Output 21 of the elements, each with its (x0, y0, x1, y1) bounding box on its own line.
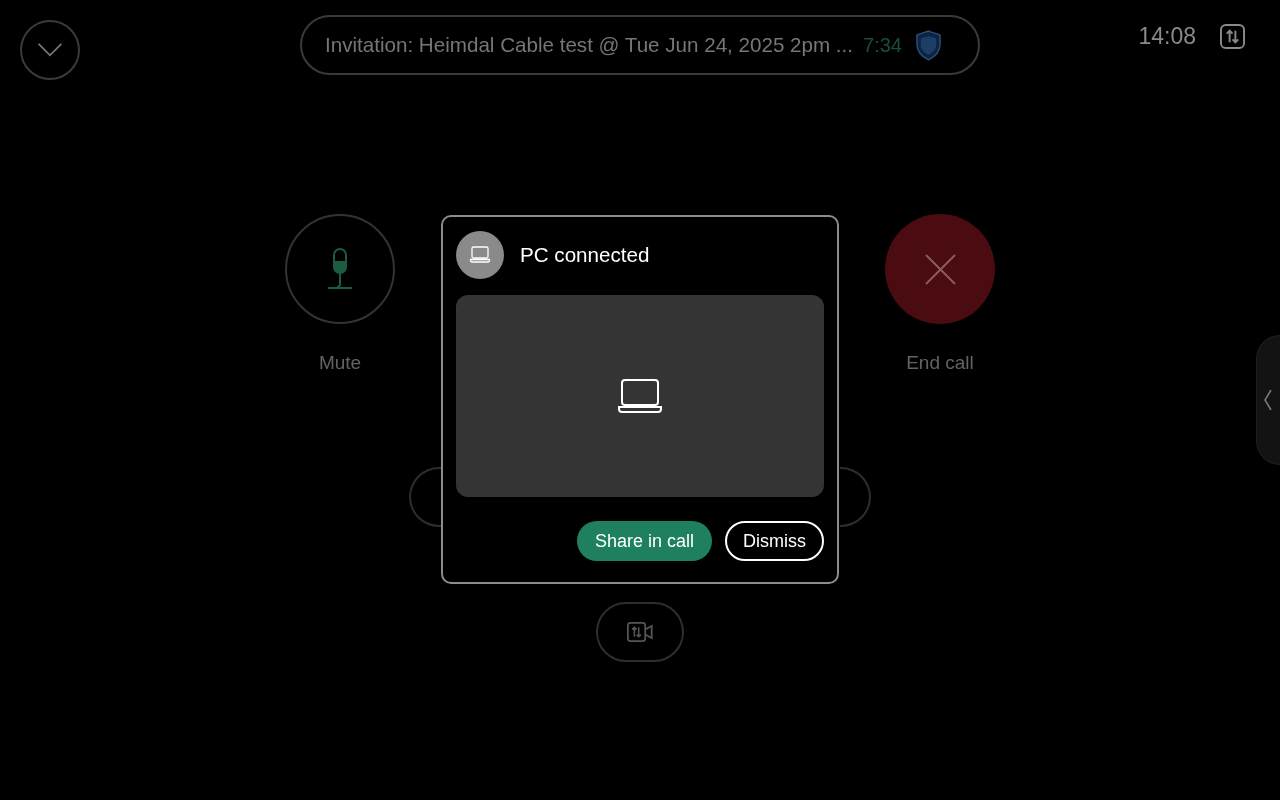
button-label: Mute (318, 352, 362, 374)
camera-button[interactable] (596, 602, 684, 662)
dialog-title: PC connected (520, 243, 650, 267)
call-duration: 7:34 (863, 33, 902, 57)
mute-button[interactable] (285, 214, 395, 324)
laptop-icon (618, 379, 662, 413)
shield-icon (915, 29, 941, 61)
meeting-title: Invitation: Heimdal Cable test @ Tue Jun 24, 2025 2pm ... (325, 33, 854, 57)
close-icon (924, 253, 956, 285)
dismiss-button[interactable]: Dismiss (725, 521, 824, 561)
video-camera-icon (627, 622, 653, 642)
chevron-down-icon (37, 43, 63, 57)
up-down-arrows-icon[interactable] (1220, 24, 1245, 49)
microphone-icon (326, 248, 354, 290)
share-button[interactable]: Share in call (576, 521, 712, 561)
chevron-left-icon (1264, 389, 1272, 411)
clock: 14:08 (1138, 22, 1196, 50)
collapse-button[interactable] (20, 20, 80, 80)
drawer-handle[interactable] (1256, 335, 1280, 465)
button-label: End call (906, 352, 974, 374)
laptop-icon (456, 231, 504, 279)
